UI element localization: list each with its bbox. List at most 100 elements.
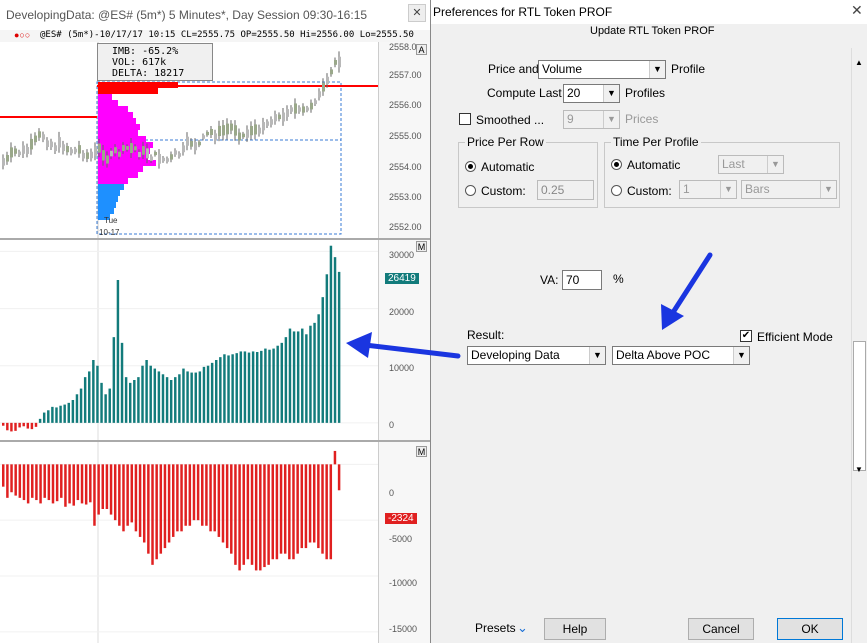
tooltip-box: IMB: -65.2% VOL: 617k DELTA: 18217 [97, 43, 213, 81]
panel-mode-badge[interactable]: M [416, 241, 427, 252]
price-tick: 2556.00 [389, 100, 422, 110]
candle-body [230, 123, 233, 131]
candle-body [258, 127, 261, 134]
data-bar [184, 464, 187, 526]
data-bar [10, 422, 13, 432]
smoothed-select[interactable]: 9 ▼ [563, 110, 620, 129]
data-bar [308, 464, 312, 543]
candle-body [118, 151, 121, 157]
cumulative-delta-panel[interactable] [0, 240, 378, 440]
data-bar [159, 464, 163, 554]
price-per-row-input[interactable]: 0.25 [537, 180, 594, 200]
result-mode-select[interactable]: Delta Above POC ▼ [612, 346, 750, 365]
data-bar [209, 464, 212, 532]
efficient-mode-label: Efficient Mode [757, 330, 833, 344]
data-bar [161, 374, 165, 423]
candle-body [302, 106, 305, 113]
candle-body [242, 133, 245, 138]
profile-bar [98, 118, 136, 124]
chevron-down-icon[interactable]: ▼ [603, 85, 619, 102]
radio-automatic[interactable] [611, 159, 622, 170]
data-bar [190, 372, 193, 423]
candle-body [78, 145, 81, 154]
candle-body [314, 100, 317, 105]
data-bar [260, 350, 263, 423]
scroll-down-icon[interactable]: ▼ [855, 465, 863, 474]
data-bar [213, 464, 216, 532]
chevron-down-icon[interactable]: ⌄ [517, 620, 528, 636]
chart-window[interactable]: DevelopingData: @ES# (5m*) 5 Minutes*, D… [0, 0, 430, 643]
data-bar [292, 331, 296, 423]
poc-tick: -15000 [389, 624, 418, 634]
candle-body [306, 107, 309, 111]
candle-body [62, 144, 65, 152]
chevron-down-icon[interactable]: ▼ [649, 61, 665, 78]
candle-body [194, 142, 197, 151]
data-bar [122, 464, 125, 532]
automatic-period-select[interactable]: Last ▼ [718, 155, 784, 174]
vertical-scrollbar[interactable]: ▲ ▼ [851, 48, 867, 643]
profile-bar [98, 88, 158, 94]
data-bar [205, 464, 208, 526]
scroll-up-icon[interactable]: ▲ [855, 58, 863, 67]
chevron-down-icon[interactable]: ▼ [589, 347, 605, 364]
data-bar [304, 464, 308, 549]
chevron-down-icon[interactable]: ▼ [820, 181, 836, 198]
radio-custom[interactable] [465, 185, 476, 196]
tooltip-delta: DELTA: 18217 [112, 68, 185, 79]
custom-count-select[interactable]: 1 ▼ [679, 180, 737, 199]
candle-body [30, 138, 33, 150]
candle-body [234, 125, 237, 136]
candle-body [2, 158, 5, 166]
data-bar [280, 342, 284, 423]
chevron-down-icon[interactable]: ▼ [720, 181, 736, 198]
scroll-thumb[interactable] [853, 341, 866, 471]
data-bar [63, 404, 66, 423]
data-bar [198, 371, 202, 423]
data-bar [188, 464, 192, 526]
close-icon[interactable]: ✕ [408, 4, 426, 22]
poc-tick: -5000 [389, 534, 413, 544]
data-bar [80, 464, 84, 504]
price-and-select[interactable]: Volume ▼ [538, 60, 666, 79]
delta-tick: 0 [389, 420, 395, 430]
close-icon[interactable]: ✕ [851, 2, 863, 19]
chevron-down-icon[interactable]: ▼ [603, 111, 619, 128]
ok-button[interactable]: OK [777, 618, 843, 640]
cancel-button[interactable]: Cancel [688, 618, 754, 640]
data-bar [333, 257, 337, 423]
data-bar [180, 464, 183, 532]
candle-body [162, 157, 165, 162]
result-select[interactable]: Developing Data ▼ [467, 346, 606, 365]
data-bar [239, 351, 243, 423]
radio-custom-label: Custom: [627, 184, 672, 198]
efficient-mode-checkbox[interactable]: ✔ [740, 330, 752, 342]
candle-body [138, 151, 141, 158]
radio-custom[interactable] [611, 185, 622, 196]
data-bar [51, 464, 55, 504]
data-bar [230, 464, 233, 554]
panel-mode-badge[interactable]: A [416, 44, 427, 55]
chevron-down-icon[interactable]: ▼ [767, 156, 783, 173]
preferences-dialog[interactable]: Preferences for RTL Token PROF ✕ Update … [430, 0, 867, 643]
chevron-down-icon[interactable]: ▼ [733, 347, 749, 364]
radio-automatic[interactable] [465, 161, 476, 172]
candle-body [150, 156, 153, 161]
help-button[interactable]: Help [544, 618, 606, 640]
radio-custom-label: Custom: [481, 184, 526, 198]
data-bar [60, 464, 63, 498]
data-bar [231, 354, 234, 423]
compute-last-select[interactable]: 20 ▼ [563, 84, 620, 103]
custom-unit-select[interactable]: Bars ▼ [741, 180, 837, 199]
data-bar [194, 372, 197, 423]
data-bar [300, 464, 304, 549]
va-input[interactable]: 70 [562, 270, 602, 290]
profile-bar [98, 124, 140, 130]
panel-mode-badge[interactable]: M [416, 446, 427, 457]
data-bar [153, 368, 157, 423]
candle-body [126, 146, 129, 150]
candle-body [238, 132, 241, 141]
delta-above-poc-panel[interactable] [0, 442, 378, 643]
smoothed-checkbox[interactable] [459, 113, 471, 125]
presets-label[interactable]: Presets [475, 621, 516, 635]
